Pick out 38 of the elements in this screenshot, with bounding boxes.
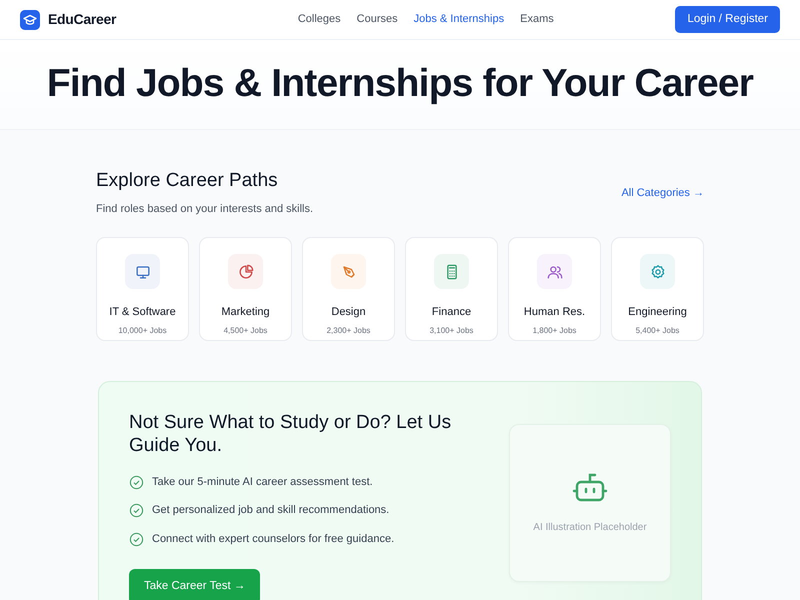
- hero-title: Find Jobs & Internships for Your Career: [46, 61, 754, 108]
- all-categories-link[interactable]: All Categories →: [621, 185, 704, 202]
- category-card[interactable]: Finance 3,100+ Jobs: [405, 237, 498, 342]
- job-count: 2,300+ Jobs: [326, 324, 370, 337]
- check-circle-icon: [129, 503, 144, 518]
- brand-name[interactable]: EduCareer: [48, 9, 116, 30]
- category-card[interactable]: Design 2,300+ Jobs: [302, 237, 395, 342]
- category-name: Design: [331, 305, 366, 320]
- nav-link[interactable]: Exams: [520, 11, 554, 28]
- feature-text: Take our 5-minute AI career assessment test.: [152, 474, 373, 490]
- category-name: Marketing: [221, 305, 270, 320]
- job-count: 5,400+ Jobs: [636, 324, 680, 337]
- job-count: 1,800+ Jobs: [532, 324, 576, 337]
- category-name: Finance: [432, 305, 472, 320]
- section-subtitle: Find roles based on your interests and skills.: [96, 202, 314, 217]
- category-card[interactable]: Engineering 5,400+ Jobs: [611, 237, 704, 342]
- job-count: 3,100+ Jobs: [430, 324, 474, 337]
- job-count: 4,500+ Jobs: [224, 324, 268, 337]
- check-circle-icon: [129, 532, 144, 547]
- nav-link[interactable]: Courses: [356, 11, 398, 28]
- robot-icon: [572, 472, 608, 504]
- category-name: IT & Software: [109, 305, 176, 320]
- category-card[interactable]: Human Res. 1,800+ Jobs: [508, 237, 601, 342]
- nav-link[interactable]: Jobs & Internships: [414, 11, 504, 28]
- promo-title: Not Sure What to Study or Do? Let Us Guide You.: [129, 412, 452, 458]
- feature-text: Connect with expert counselors for free guidance.: [152, 532, 394, 547]
- check-circle-icon: [129, 474, 144, 490]
- category-card[interactable]: IT & Software 10,000+ Jobs: [96, 237, 189, 342]
- job-count: 10,000+ Jobs: [118, 324, 167, 337]
- placeholder-text: AI Illustration Placeholder: [533, 520, 647, 535]
- section-title: Explore Career Paths: [96, 170, 279, 193]
- category-name: Engineering: [628, 305, 687, 320]
- category-name: Human Res.: [524, 305, 586, 320]
- login-button[interactable]: Login / Register: [675, 6, 780, 34]
- category-card[interactable]: Marketing 4,500+ Jobs: [199, 237, 292, 342]
- logo-icon: [20, 10, 40, 30]
- nav-link[interactable]: Colleges: [298, 11, 341, 28]
- feature-text: Get personalized job and skill recommendations.: [152, 503, 390, 518]
